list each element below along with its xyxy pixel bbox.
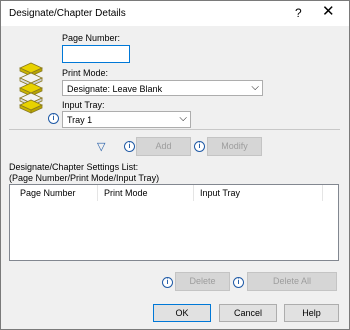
column-header-page-number[interactable]: Page Number: [20, 188, 76, 198]
column-header-print-mode[interactable]: Print Mode: [104, 188, 148, 198]
dialog-title: Designate/Chapter Details: [9, 8, 126, 19]
settings-list-label: Designate/Chapter Settings List:: [9, 162, 139, 172]
column-divider[interactable]: [322, 185, 323, 201]
settings-list[interactable]: Page Number Print Mode Input Tray: [9, 184, 339, 261]
close-button[interactable]: ✕: [322, 4, 335, 19]
chevron-down-icon: ⌵: [251, 82, 259, 93]
modify-button[interactable]: Modify: [207, 137, 262, 156]
page-number-label: Page Number:: [62, 33, 121, 43]
delete-button-label: Delete: [189, 276, 216, 286]
delete-button[interactable]: Delete: [175, 272, 230, 291]
add-button-label: Add: [155, 141, 172, 151]
info-icon: i: [48, 113, 59, 124]
cancel-button[interactable]: Cancel: [219, 304, 277, 322]
column-divider[interactable]: [193, 185, 194, 201]
print-mode-select[interactable]: Designate: Leave Blank ⌵: [62, 80, 263, 96]
info-icon: i: [162, 277, 173, 288]
dialog-window: Designate/Chapter Details ? ✕ Page Numbe…: [0, 0, 350, 330]
help-button[interactable]: Help: [284, 304, 339, 322]
input-tray-select[interactable]: Tray 1 ⌵: [62, 111, 191, 128]
title-bar: Designate/Chapter Details ? ✕: [1, 1, 349, 26]
help-title-button[interactable]: ?: [295, 6, 302, 20]
chevron-down-icon: ⌵: [179, 113, 187, 124]
column-divider[interactable]: [97, 185, 98, 201]
ok-button[interactable]: OK: [153, 304, 211, 322]
page-number-input[interactable]: [62, 45, 130, 63]
delete-all-button-label: Delete All: [272, 276, 312, 286]
column-header-input-tray[interactable]: Input Tray: [200, 188, 240, 198]
info-icon: i: [194, 141, 205, 152]
input-tray-value: Tray 1: [67, 115, 93, 125]
ok-button-label: OK: [175, 308, 189, 318]
settings-list-sublabel: (Page Number/Print Mode/Input Tray): [9, 173, 160, 183]
modify-button-label: Modify: [221, 141, 248, 151]
info-icon: i: [124, 141, 135, 152]
info-icon: i: [233, 277, 244, 288]
paper-stack-icon: [19, 62, 43, 114]
cancel-button-label: Cancel: [233, 308, 262, 318]
arrow-down-icon: ▽: [97, 141, 106, 153]
input-tray-label: Input Tray:: [62, 100, 105, 110]
delete-all-button[interactable]: Delete All: [247, 272, 337, 291]
list-header: Page Number Print Mode Input Tray: [10, 185, 338, 201]
help-button-label: Help: [302, 308, 321, 318]
separator: [9, 129, 340, 130]
add-button[interactable]: Add: [136, 137, 191, 156]
print-mode-label: Print Mode:: [62, 68, 109, 78]
print-mode-value: Designate: Leave Blank: [67, 84, 163, 94]
